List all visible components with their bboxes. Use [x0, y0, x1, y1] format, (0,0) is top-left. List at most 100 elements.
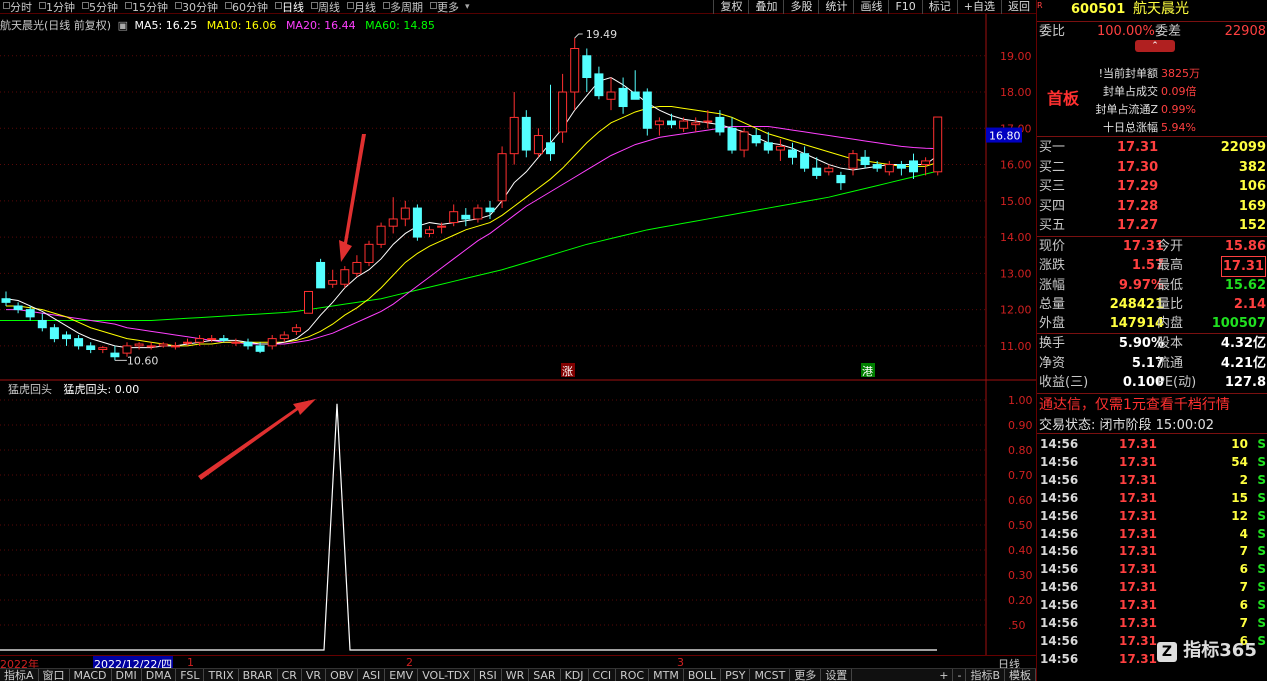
buy-level-row[interactable]: 买二 17.30 382 [1037, 158, 1267, 177]
period-tab-7[interactable]: 周线 [308, 0, 344, 15]
toolbar-button-8[interactable]: 返回 [1001, 0, 1036, 14]
buy-level-row[interactable]: 买五 17.27 152 [1037, 216, 1267, 235]
toolbar-button-4[interactable]: 画线 [853, 0, 888, 14]
indicator-tab-14[interactable]: RSI [475, 668, 502, 681]
candle-body [775, 145, 785, 151]
period-tab-3[interactable]: 15分钟 [122, 0, 172, 15]
indicator-tab-13[interactable]: VOL-TDX [418, 668, 475, 681]
candle-body [62, 334, 71, 340]
seal-info-label: !当前封单额 [1098, 67, 1158, 80]
quote2-label-2: 流通 [1157, 355, 1184, 371]
toolbar-button-3[interactable]: 统计 [818, 0, 853, 14]
quote-value: 147914 [1109, 316, 1164, 332]
indicator-tab-5[interactable]: FSL [176, 668, 205, 681]
ma10-line [6, 106, 938, 347]
candle-body [388, 218, 398, 227]
indicator-tab-23[interactable]: MCST [750, 668, 791, 681]
indicator-tab-25[interactable]: 设置 [821, 668, 853, 681]
tick-volume: 4 [1239, 526, 1248, 541]
indicator-tab-12[interactable]: EMV [385, 668, 419, 681]
buy-level-row[interactable]: 买一 17.31 22099 [1037, 138, 1267, 157]
indicator-tab-4[interactable]: DMA [142, 668, 177, 681]
candle-body [836, 174, 846, 184]
candle-body [860, 156, 870, 166]
tick-time: 14:56 [1040, 490, 1079, 505]
tick-row: 14:56 17.31 6 S [1037, 560, 1267, 578]
period-tab-9[interactable]: 多周期 [380, 0, 427, 15]
logo-icon: Z [1157, 642, 1177, 662]
tick-volume: 7 [1239, 580, 1248, 595]
collapse-button[interactable]: ⌃ [1135, 40, 1175, 52]
tick-side: S [1257, 454, 1266, 469]
seal-info-row: 十日总涨幅 5.94% [1037, 118, 1267, 137]
watermark-logo: Z 指标365 [1157, 636, 1257, 662]
toolbar-button-7[interactable]: +自选 [956, 0, 1001, 14]
indicator-tab-3[interactable]: DMI [112, 668, 142, 681]
indicator-tab-16[interactable]: SAR [529, 668, 561, 681]
candle-body [195, 338, 205, 343]
tick-row: 14:56 17.31 10 S [1037, 435, 1267, 453]
toolbar-button-5[interactable]: F10 [888, 0, 921, 14]
indicator-tab-22[interactable]: PSY [721, 668, 751, 681]
buy-level-row[interactable]: 买三 17.29 106 [1037, 177, 1267, 196]
period-tab-5[interactable]: 60分钟 [222, 0, 272, 15]
period-tab-8[interactable]: 月线 [344, 0, 380, 15]
indicator-tab-6[interactable]: TRIX [204, 668, 239, 681]
candle-body [606, 91, 616, 100]
indicator-tab-11[interactable]: ASI [358, 668, 386, 681]
candle-body [134, 343, 144, 347]
period-tab-6[interactable]: 日线 [272, 0, 308, 15]
indicator-tab-18[interactable]: CCI [589, 668, 617, 681]
candle-body [122, 345, 132, 354]
promo-link[interactable]: 通达信，仅需1元查看千档行情 [1039, 394, 1230, 414]
toolbar-button-2[interactable]: 多股 [783, 0, 818, 14]
buy-level-label: 买四 [1039, 198, 1066, 214]
indicator-tab-15[interactable]: WR [502, 668, 530, 681]
tick-row: 14:56 17.31 2 S [1037, 471, 1267, 489]
buy-price: 17.30 [1117, 159, 1159, 175]
trade-status: 交易状态: 闭市阶段 15:00:02 [1039, 418, 1215, 433]
quote2-label-2: 股本 [1157, 336, 1184, 351]
indicator-tab-2[interactable]: MACD [70, 668, 112, 681]
tick-side: S [1257, 544, 1266, 559]
indicator-tab-19[interactable]: ROC [616, 668, 650, 681]
candle-body [763, 142, 773, 151]
indicator-tab-10[interactable]: OBV [326, 668, 359, 681]
indicator-tab-20[interactable]: MTM [649, 668, 684, 681]
ma10-polyline [6, 106, 938, 347]
indicator-tab-17[interactable]: KDJ [561, 668, 589, 681]
candle-body [654, 120, 664, 126]
indicator-tab-24[interactable]: 更多 [790, 668, 822, 681]
period-tab-2[interactable]: 5分钟 [79, 0, 122, 15]
quote-row-2: 净资 5.17 流通 4.21亿 [1037, 354, 1267, 373]
price-tick-label: 18.00 [1000, 86, 1032, 99]
toolbar-button-1[interactable]: 叠加 [748, 0, 783, 14]
bottom-right-button-0[interactable]: + [935, 668, 954, 681]
indicator-tab-0[interactable]: 指标A [0, 668, 39, 681]
candle-body [243, 341, 253, 347]
toolbar-button-6[interactable]: 标记 [921, 0, 957, 14]
candle-body [884, 164, 894, 173]
kline-chart[interactable]: 19.0018.0017.0016.0015.0014.0013.0012.00… [0, 14, 1036, 655]
indicator-tab-1[interactable]: 窗口 [39, 668, 70, 681]
period-tab-4[interactable]: 30分钟 [172, 0, 222, 15]
indicator-tab-9[interactable]: VR [302, 668, 327, 681]
indicator-tab-21[interactable]: BOLL [684, 668, 722, 681]
period-tab-10[interactable]: 更多 [427, 0, 463, 15]
bottom-right-button-1[interactable]: - [953, 668, 967, 681]
indicator-tab-8[interactable]: CR [278, 668, 302, 681]
indicator-tab-7[interactable]: BRAR [239, 668, 278, 681]
price-tick-label: 16.00 [1000, 159, 1032, 172]
candle-body [461, 214, 471, 220]
period-tab-0[interactable]: 分时 [0, 0, 36, 15]
more-dropdown-icon[interactable]: ▾ [465, 2, 470, 12]
toolbar-button-0[interactable]: 复权 [713, 0, 748, 14]
period-tab-1[interactable]: 1分钟 [36, 0, 79, 15]
bottom-right-button-3[interactable]: 模板 [1005, 668, 1036, 681]
indicator-tick-label: 0.80 [1008, 444, 1033, 457]
tick-price: 17.31 [1119, 562, 1157, 577]
quote2-label: 净资 [1039, 355, 1066, 371]
bottom-right-button-2[interactable]: 指标B [966, 668, 1005, 681]
tick-price: 17.31 [1119, 508, 1157, 523]
buy-level-row[interactable]: 买四 17.28 169 [1037, 197, 1267, 216]
